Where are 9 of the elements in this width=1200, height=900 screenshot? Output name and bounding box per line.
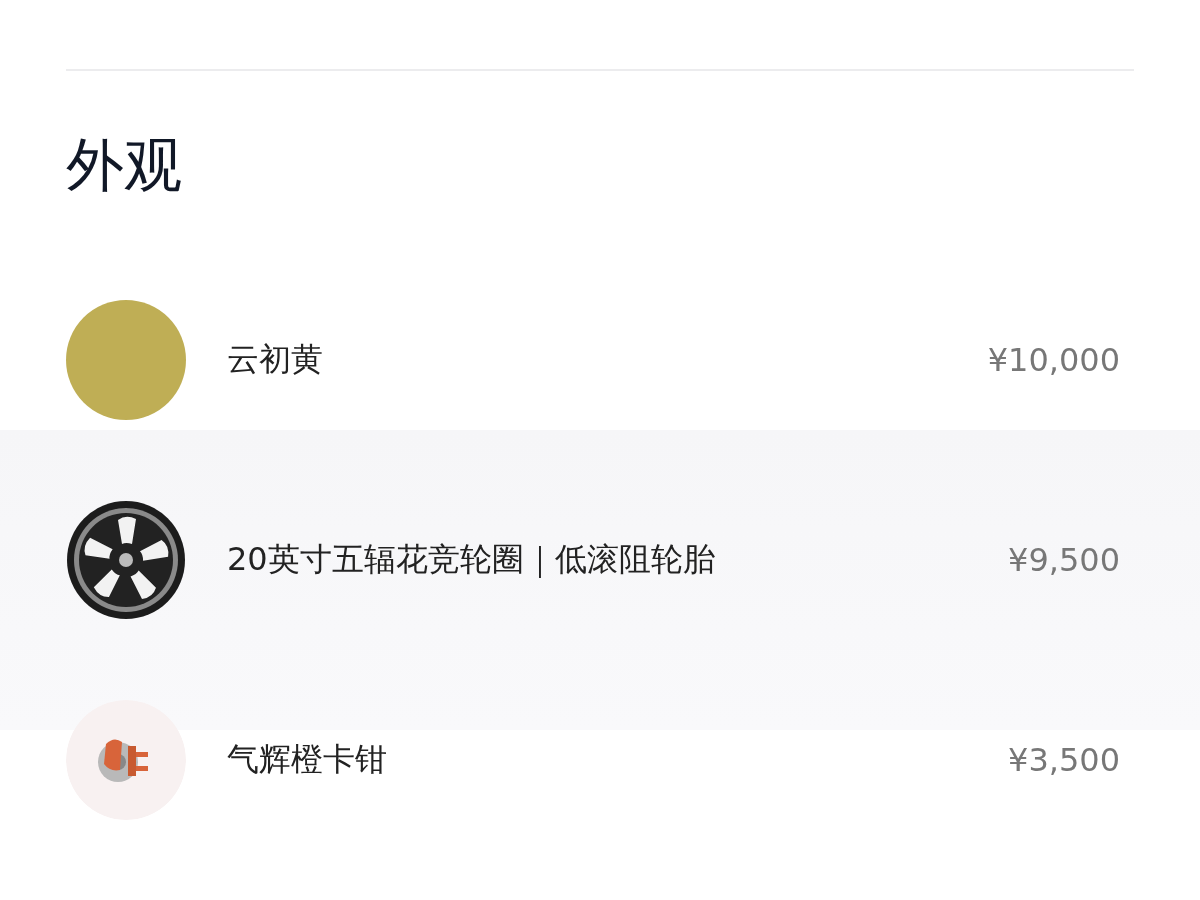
section-title: 外观 [66, 129, 183, 201]
option-name: 气辉橙卡钳 [227, 739, 388, 780]
option-name: 20英寸五辐花竞轮圈｜低滚阻轮胎 [227, 539, 716, 580]
option-price: ¥9,500 [1008, 541, 1120, 579]
wheel-icon [66, 500, 186, 620]
option-price: ¥10,000 [987, 341, 1120, 379]
brake-caliper-icon [66, 700, 186, 820]
option-name: 云初黄 [227, 339, 324, 380]
option-price: ¥3,500 [1008, 741, 1120, 779]
